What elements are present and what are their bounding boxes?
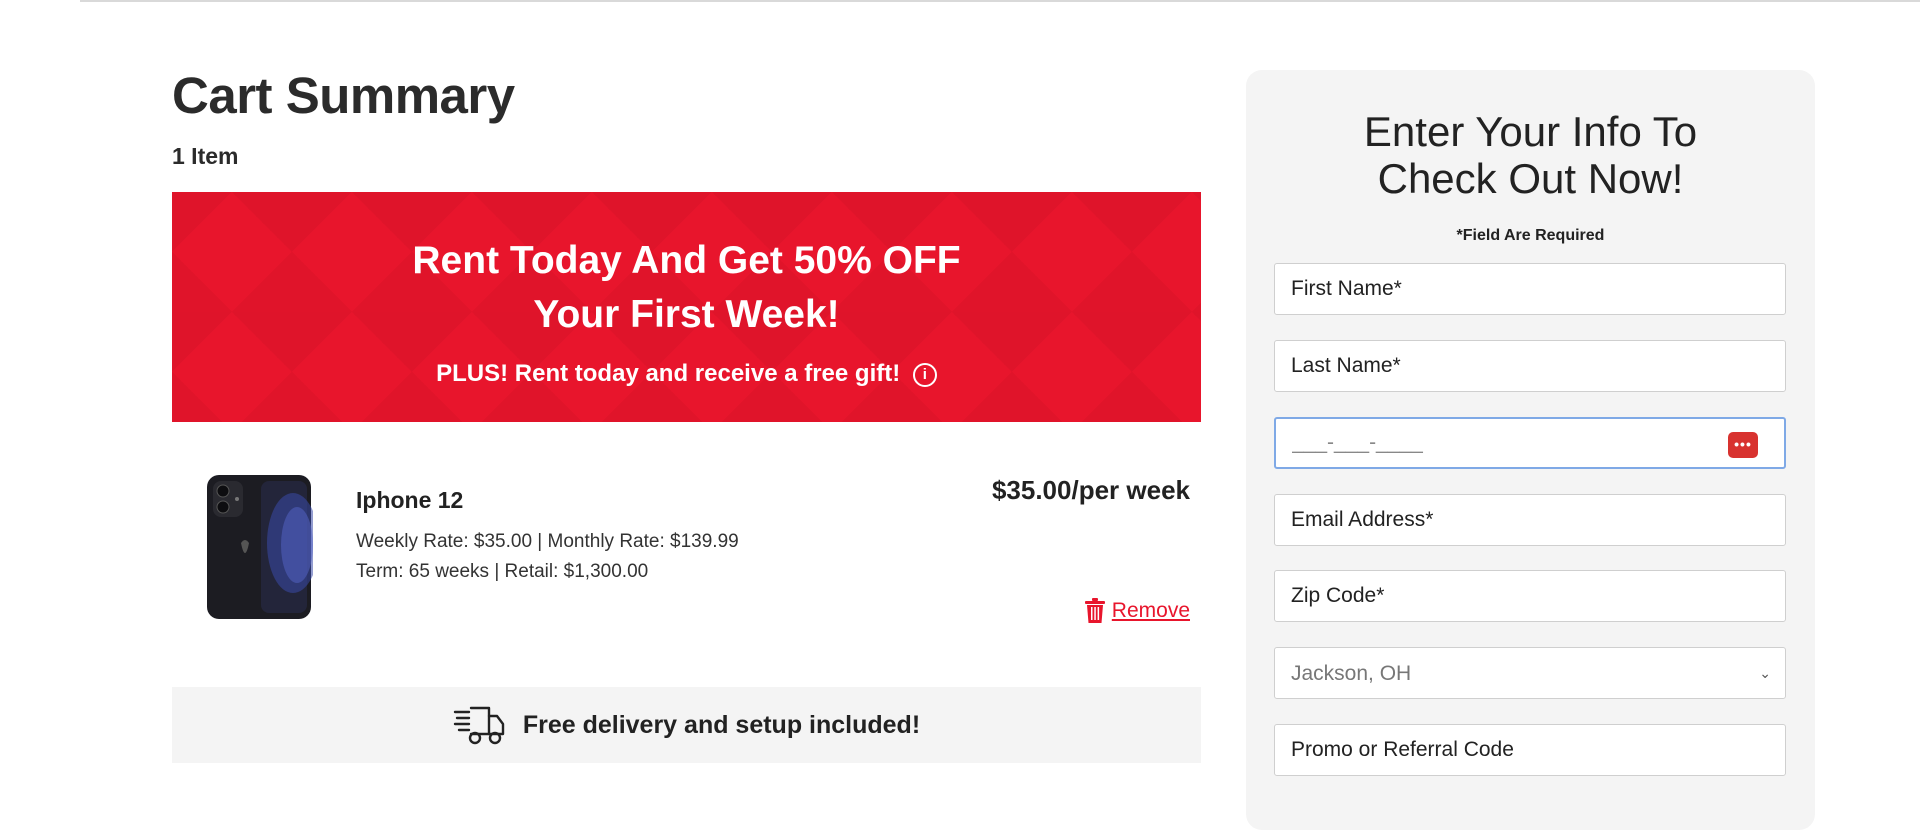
zip-code-field[interactable] [1274, 570, 1786, 622]
product-name: Iphone 12 [356, 487, 464, 513]
product-term: Term: 65 weeks | Retail: $1,300.00 [356, 561, 649, 582]
location-select-field[interactable]: Jackson, OH ⌄ [1274, 647, 1786, 699]
required-note: *Field Are Required [1456, 227, 1605, 244]
email-input[interactable] [1275, 495, 1785, 545]
remove-button[interactable]: Remove [1084, 598, 1190, 624]
last-name-field[interactable] [1274, 340, 1786, 392]
location-select[interactable]: Jackson, OH [1275, 648, 1785, 698]
promo-banner: Rent Today And Get 50% OFF Your First We… [172, 192, 1201, 422]
promo-code-field[interactable] [1274, 724, 1786, 776]
first-name-field[interactable] [1274, 263, 1786, 315]
email-field[interactable] [1274, 494, 1786, 546]
checkout-info-panel: Enter Your Info To Check Out Now! *Field… [1246, 70, 1815, 830]
autofill-icon[interactable]: ••• [1728, 432, 1758, 458]
iphone-image [207, 475, 313, 619]
first-name-input[interactable] [1275, 264, 1785, 314]
phone-input[interactable] [1276, 419, 1784, 467]
product-price: $35.00/per week [991, 475, 1190, 505]
delivery-text: Free delivery and setup included! [522, 710, 921, 739]
page-title: Cart Summary [172, 67, 515, 124]
cart-item-count: 1 Item [172, 143, 239, 169]
promo-headline: Rent Today And Get 50% OFF Your First We… [172, 234, 1201, 342]
remove-label[interactable]: Remove [1112, 599, 1190, 623]
trash-icon [1084, 598, 1105, 623]
promo-code-input[interactable] [1275, 725, 1785, 775]
info-icon[interactable]: i [912, 362, 937, 387]
last-name-input[interactable] [1275, 341, 1785, 391]
promo-subline: PLUS! Rent today and receive a free gift… [172, 360, 1201, 388]
promo-headline-line1: Rent Today And Get 50% OFF [412, 239, 961, 282]
phone-field[interactable]: ••• [1274, 417, 1786, 469]
delivery-truck-icon [453, 706, 505, 745]
zip-code-input[interactable] [1275, 571, 1785, 621]
promo-subline-text: PLUS! Rent today and receive a free gift… [436, 360, 901, 387]
form-title: Enter Your Info To Check Out Now! [1246, 108, 1815, 202]
product-rates: Weekly Rate: $35.00 | Monthly Rate: $139… [356, 531, 739, 552]
form-title-line1: Enter Your Info To [1363, 108, 1698, 155]
form-title-line2: Check Out Now! [1377, 155, 1684, 202]
top-divider [80, 0, 1920, 2]
delivery-banner: Free delivery and setup included! [172, 687, 1201, 763]
promo-headline-line2: Your First Week! [533, 293, 840, 336]
